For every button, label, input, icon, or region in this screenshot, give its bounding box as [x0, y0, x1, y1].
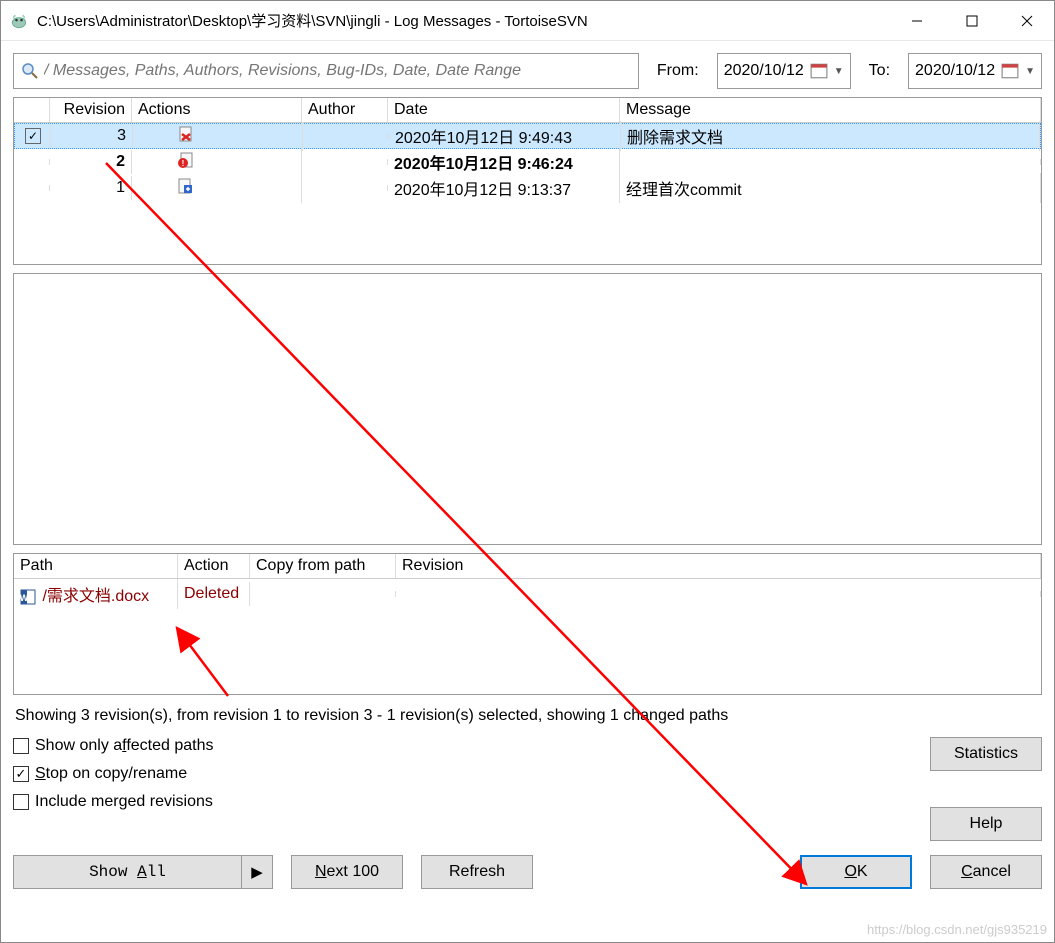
author-cell	[303, 133, 389, 139]
author-cell	[302, 185, 388, 191]
date-cell: 2020年10月12日 9:13:37	[388, 173, 620, 203]
statistics-button[interactable]: Statistics	[930, 737, 1042, 771]
from-label: From:	[653, 62, 703, 80]
svg-text:!: !	[182, 159, 185, 168]
ok-button[interactable]: OK	[800, 855, 912, 889]
show-all-dropdown[interactable]: ▶	[241, 855, 273, 889]
checkbox-box: ✓	[13, 766, 29, 782]
action-icon: !	[176, 151, 194, 174]
th-actions[interactable]: Actions	[132, 98, 302, 122]
revision-table: Revision Actions Author Date Message ✓32…	[13, 97, 1042, 265]
search-box[interactable]	[13, 53, 639, 89]
files-table-header[interactable]: Path Action Copy from path Revision	[14, 554, 1041, 579]
include-merged-checkbox[interactable]: Include merged revisions	[13, 793, 214, 811]
from-date-picker[interactable]: 2020/10/12 ▼	[717, 53, 851, 89]
to-date-value: 2020/10/12	[915, 62, 995, 80]
revision-table-header[interactable]: Revision Actions Author Date Message	[14, 98, 1041, 123]
minimize-button[interactable]	[889, 1, 944, 41]
th-revision[interactable]: Revision	[50, 98, 132, 122]
calendar-icon	[1001, 62, 1019, 80]
table-row[interactable]: 2!2020年10月12日 9:46:24	[14, 149, 1041, 175]
chevron-down-icon: ▼	[834, 66, 844, 77]
next-100-button[interactable]: Next 100	[291, 855, 403, 889]
window: C:\Users\Administrator\Desktop\学习资料\SVN\…	[0, 0, 1055, 943]
th-file-revision[interactable]: Revision	[396, 554, 1041, 578]
watermark: https://blog.csdn.net/gjs935219	[867, 922, 1047, 937]
table-row[interactable]: 1 2020年10月12日 9:13:37经理首次commit	[14, 175, 1041, 201]
th-author[interactable]: Author	[302, 98, 388, 122]
author-cell	[302, 159, 388, 165]
to-label: To:	[865, 62, 894, 80]
close-button[interactable]	[999, 1, 1054, 41]
svg-text:W: W	[20, 593, 29, 603]
refresh-button[interactable]: Refresh	[421, 855, 533, 889]
th-copy-from[interactable]: Copy from path	[250, 554, 396, 578]
action-icon	[177, 125, 195, 148]
checkbox-box	[13, 738, 29, 754]
message-cell: 删除需求文档	[621, 121, 1040, 151]
row-checkbox[interactable]: ✓	[25, 128, 41, 144]
maximize-button[interactable]	[944, 1, 999, 41]
window-buttons	[889, 1, 1054, 41]
th-path[interactable]: Path	[14, 554, 178, 578]
app-icon	[9, 11, 29, 31]
file-copy-from	[250, 591, 396, 597]
window-title: C:\Users\Administrator\Desktop\学习资料\SVN\…	[37, 10, 889, 31]
checkbox-box	[13, 794, 29, 810]
calendar-icon	[810, 62, 828, 80]
th-file-action[interactable]: Action	[178, 554, 250, 578]
commit-message-box[interactable]	[13, 273, 1042, 545]
from-date-value: 2020/10/12	[724, 62, 804, 80]
revision-number: 3	[51, 124, 133, 148]
table-row[interactable]: ✓32020年10月12日 9:49:43删除需求文档	[14, 123, 1041, 149]
chevron-down-icon: ▼	[1025, 66, 1035, 77]
stop-on-copy-checkbox[interactable]: ✓ Stop on copy/rename	[13, 765, 214, 783]
revision-number: 1	[50, 176, 132, 200]
search-input[interactable]	[44, 62, 632, 80]
status-line: Showing 3 revision(s), from revision 1 t…	[13, 703, 1042, 729]
th-message[interactable]: Message	[620, 98, 1041, 122]
show-only-affected-checkbox[interactable]: Show only affected paths	[13, 737, 214, 755]
cancel-button[interactable]: Cancel	[930, 855, 1042, 889]
action-icon	[176, 177, 194, 200]
titlebar: C:\Users\Administrator\Desktop\学习资料\SVN\…	[1, 1, 1054, 41]
word-doc-icon: W	[20, 589, 36, 605]
revision-number: 2	[50, 150, 132, 174]
file-action: Deleted	[178, 582, 250, 606]
message-cell: 经理首次commit	[620, 173, 1041, 203]
show-all-button[interactable]: Show All	[13, 855, 241, 889]
help-button[interactable]: Help	[930, 807, 1042, 841]
th-date[interactable]: Date	[388, 98, 620, 122]
file-row[interactable]: W /需求文档.docxDeleted	[14, 579, 1041, 609]
changed-files-table: Path Action Copy from path Revision W /需…	[13, 553, 1042, 695]
file-revision	[396, 591, 1041, 597]
search-icon	[20, 61, 40, 81]
file-path: W /需求文档.docx	[14, 579, 178, 609]
message-cell	[620, 159, 1041, 165]
to-date-picker[interactable]: 2020/10/12 ▼	[908, 53, 1042, 89]
